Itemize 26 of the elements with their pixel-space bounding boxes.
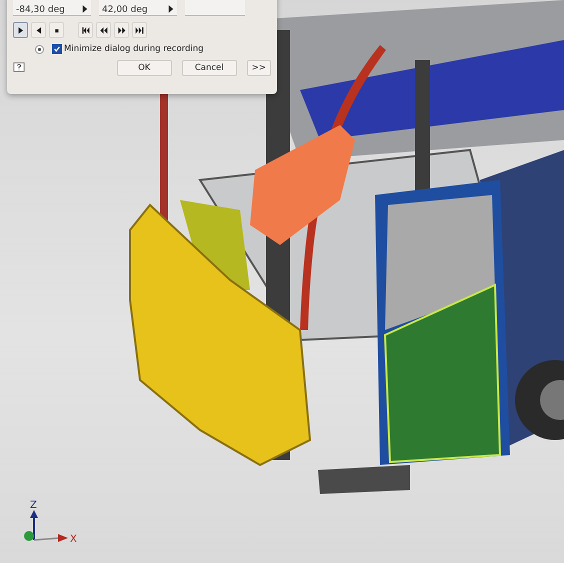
reverse-play-icon bbox=[34, 26, 43, 34]
spin-arrow-icon[interactable] bbox=[82, 5, 88, 13]
text-field[interactable] bbox=[185, 0, 245, 16]
fast-forward-icon bbox=[117, 26, 126, 34]
playback-button[interactable] bbox=[31, 22, 46, 38]
dialog-button[interactable]: OK bbox=[116, 60, 172, 76]
axis-triad-drawing: Z X bbox=[22, 498, 82, 548]
help-icon[interactable] bbox=[13, 62, 25, 74]
seek-button[interactable] bbox=[78, 22, 93, 38]
playback-button[interactable] bbox=[49, 22, 64, 38]
checkbox-label: Minimize dialog during recording bbox=[64, 44, 204, 54]
skip-to-end-icon bbox=[135, 26, 144, 34]
dialog-button[interactable]: >> bbox=[246, 60, 271, 76]
radio-button[interactable] bbox=[35, 44, 44, 54]
playback-button[interactable] bbox=[13, 22, 28, 38]
checkbox[interactable] bbox=[52, 44, 62, 54]
dialog-button[interactable]: Cancel bbox=[182, 60, 237, 76]
angle-field[interactable]: -84,30 deg bbox=[13, 0, 91, 16]
seek-button[interactable] bbox=[114, 22, 129, 38]
seek-button[interactable] bbox=[132, 22, 147, 38]
angle-field[interactable]: 42,00 deg bbox=[99, 0, 177, 16]
seek-button[interactable] bbox=[96, 22, 111, 38]
rewind-icon bbox=[99, 26, 108, 34]
skip-to-start-icon bbox=[81, 26, 90, 34]
play-icon bbox=[16, 26, 25, 34]
spin-arrow-icon[interactable] bbox=[168, 5, 174, 13]
